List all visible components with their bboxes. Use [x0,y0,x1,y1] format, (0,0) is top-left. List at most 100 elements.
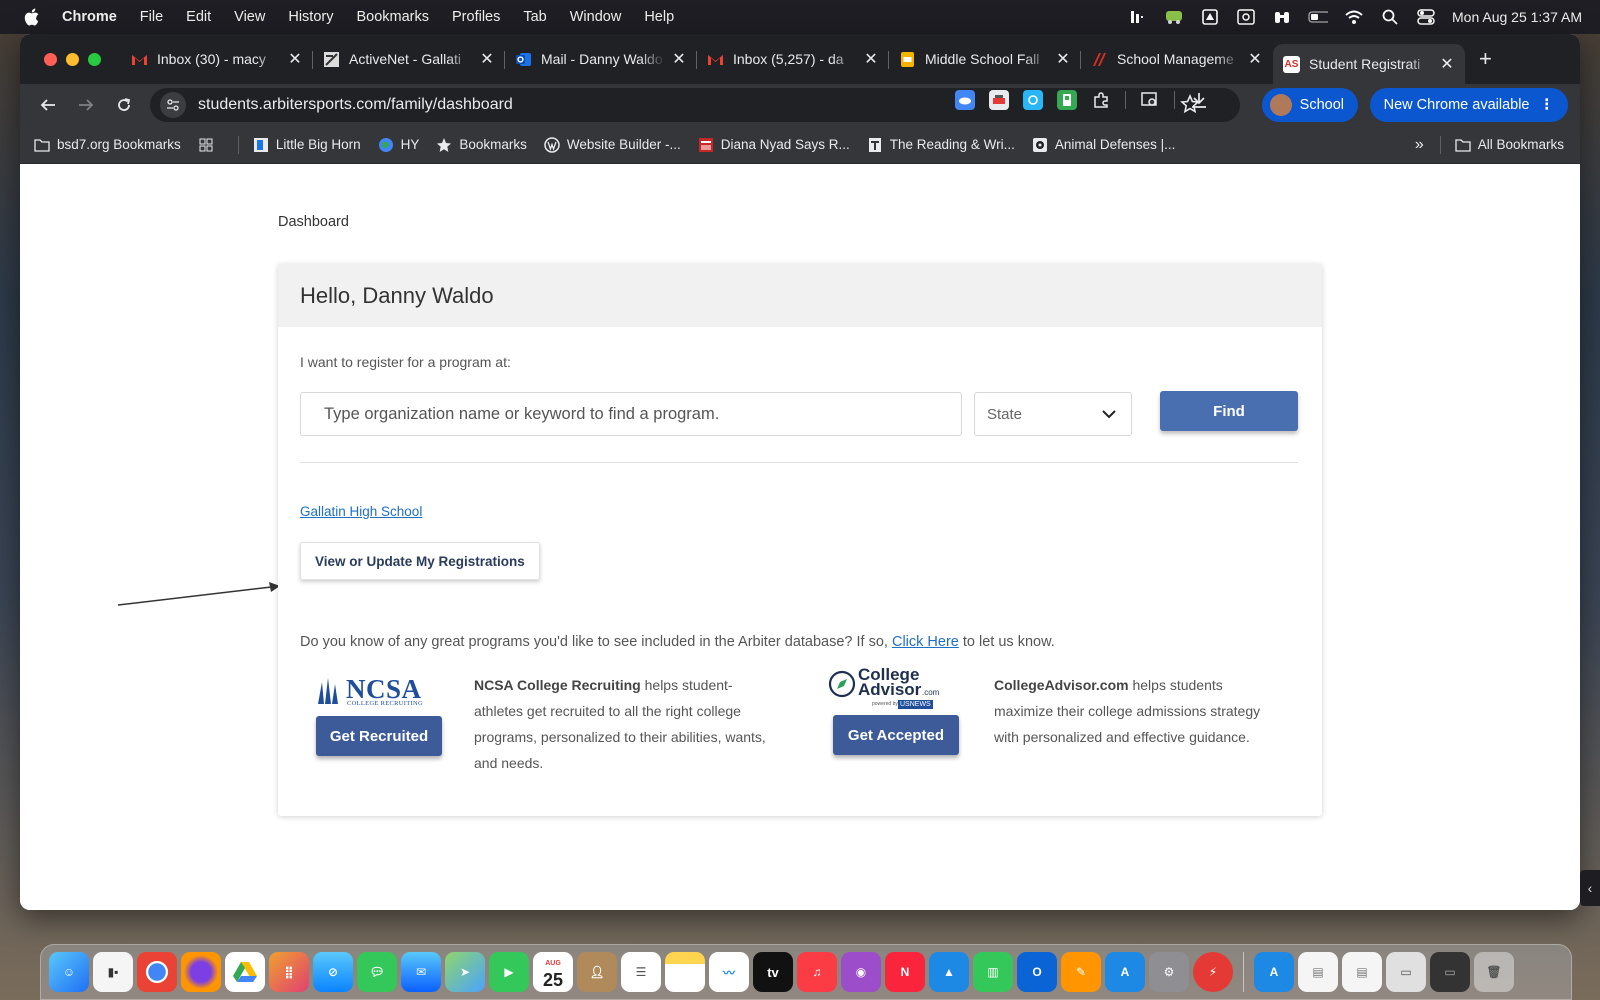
extension-cloud-icon[interactable] [955,90,975,110]
bookmark-little-big-horn[interactable]: Little Big Horn [253,137,361,153]
extension-printer-icon[interactable] [989,90,1009,110]
menu-history[interactable]: History [288,9,333,25]
tab-gmail-inbox-macy[interactable]: Inbox (30) - macy ✕ [121,42,313,76]
system-settings-icon[interactable]: ⚙ [1149,952,1189,992]
get-recruited-button[interactable]: Get Recruited [316,716,442,756]
podcasts-icon[interactable]: ◉ [841,952,881,992]
close-tab-icon[interactable]: ✕ [671,49,687,69]
program-search-input[interactable] [300,392,962,436]
close-tab-icon[interactable]: ✕ [1439,54,1455,74]
tab-outlook-mail[interactable]: Mail - Danny Waldo ✕ [505,42,697,76]
bookmarks-overflow-button[interactable]: » [1415,136,1424,154]
menubar-clock[interactable]: Mon Aug 25 1:37 AM [1452,9,1582,25]
site-info-icon[interactable] [160,92,186,118]
downloads-icon[interactable] [1189,90,1209,110]
bookmark-bookmarks[interactable]: Bookmarks [436,137,527,153]
app-store-downloads-icon[interactable]: A [1254,952,1294,992]
news-app-icon[interactable]: N [885,952,925,992]
close-tab-icon[interactable]: ✕ [479,49,495,69]
menu-view[interactable]: View [234,9,265,25]
close-tab-icon[interactable]: ✕ [1247,49,1263,69]
remote-desktop-icon[interactable]: ⚡ [1193,952,1233,992]
tab-gmail-inbox-dan[interactable]: Inbox (5,257) - da ✕ [697,42,889,76]
google-drive-icon[interactable] [225,952,265,992]
more-menu-icon[interactable]: ⋮ [1540,97,1555,113]
extension-screencast-icon[interactable] [1023,90,1043,110]
minimize-window-button[interactable] [66,52,79,66]
control-center-icon[interactable] [1416,9,1436,25]
contacts-icon[interactable]: 👤︎ [577,952,617,992]
menu-bookmarks[interactable]: Bookmarks [356,9,429,25]
close-tab-icon[interactable]: ✕ [1055,49,1071,69]
safari-icon[interactable]: ⊘ [313,952,353,992]
close-window-button[interactable] [44,52,57,66]
tab-search-icon[interactable] [1140,90,1160,110]
view-update-registrations-button[interactable]: View or Update My Registrations [300,542,540,580]
bookmark-apps-grid[interactable] [198,137,221,153]
battery-icon[interactable] [1308,9,1329,25]
menu-app-name[interactable]: Chrome [62,9,117,25]
window-thumb-icon[interactable]: ▭ [1430,952,1470,992]
reminders-icon[interactable]: ☰ [621,952,661,992]
get-accepted-button[interactable]: Get Accepted [833,715,959,755]
breadcrumb[interactable]: Dashboard [278,214,349,230]
bookmark-hy[interactable]: HY [378,137,419,153]
menu-window[interactable]: Window [570,9,622,25]
click-here-link[interactable]: Click Here [892,634,959,650]
calendar-icon[interactable]: AUG 25 [533,952,573,992]
facetime-icon[interactable]: ▶ [489,952,529,992]
pdf-document-icon[interactable]: ▤ [1342,952,1382,992]
freeform-icon[interactable]: 〰 [709,952,749,992]
reload-button[interactable] [108,89,140,121]
bookmark-reading-writing[interactable]: The Reading & Wri... [867,137,1015,153]
bookmark-animal-defenses[interactable]: Animal Defenses |... [1032,137,1175,153]
forward-button[interactable] [70,89,102,121]
screenshot-thumb-icon[interactable]: ▭ [1386,952,1426,992]
notes-icon[interactable] [665,952,705,992]
tab-school-management[interactable]: School Manageme ✕ [1081,42,1273,76]
chrome-icon[interactable] [137,952,177,992]
menu-profiles[interactable]: Profiles [452,9,500,25]
app-store-icon[interactable]: A [1105,952,1145,992]
state-select[interactable]: State [974,392,1132,436]
messages-icon[interactable]: 💬︎ [357,952,397,992]
menu-tab[interactable]: Tab [523,9,546,25]
bookmark-bsd7[interactable]: bsd7.org Bookmarks [34,137,181,153]
finder-icon[interactable]: ☺ [49,952,89,992]
pages-icon[interactable]: ✎ [1061,952,1101,992]
outlook-dock-icon[interactable]: O [1017,952,1057,992]
side-panel-toggle-icon[interactable]: ‹ [1580,870,1600,906]
extensions-puzzle-icon[interactable] [1091,90,1111,110]
extension-pear-icon[interactable] [1057,90,1077,110]
menu-edit[interactable]: Edit [186,9,211,25]
find-button[interactable]: Find [1160,391,1298,431]
wifi-icon[interactable] [1344,9,1364,25]
tab-activenet[interactable]: ActiveNet - Gallati ✕ [313,42,505,76]
school-link-gallatin[interactable]: Gallatin High School [300,504,422,519]
status-app-icon[interactable] [1128,9,1148,25]
bookmark-website-builder[interactable]: Website Builder -... [544,136,681,153]
firefox-icon[interactable] [181,952,221,992]
all-bookmarks-button[interactable]: All Bookmarks [1455,137,1564,153]
launchpad-icon[interactable]: ⣿ [269,952,309,992]
spotlight-search-icon[interactable] [1380,9,1400,25]
new-tab-button[interactable]: + [1479,46,1492,72]
trash-icon[interactable]: 🗑︎ [1474,952,1514,992]
bookmark-diana-nyad[interactable]: Diana Nyad Says R... [698,137,850,153]
menu-file[interactable]: File [140,9,163,25]
tab-middle-school-slides[interactable]: Middle School Fall ✕ [889,42,1081,76]
binoculars-icon[interactable] [1272,9,1292,25]
apple-tv-icon[interactable]: tv [753,952,793,992]
maps-icon[interactable]: ➤ [445,952,485,992]
mail-icon[interactable]: ✉ [401,952,441,992]
close-tab-icon[interactable]: ✕ [863,49,879,69]
back-button[interactable] [32,89,64,121]
menu-help[interactable]: Help [644,9,674,25]
bus-icon[interactable] [1164,9,1184,25]
close-tab-icon[interactable]: ✕ [287,49,303,69]
drive-sync-icon[interactable] [1200,9,1220,25]
apple-menu-icon[interactable] [24,8,42,26]
zoom-window-button[interactable] [88,52,101,66]
keynote-icon[interactable]: ▲ [929,952,969,992]
music-icon[interactable]: ♫ [797,952,837,992]
